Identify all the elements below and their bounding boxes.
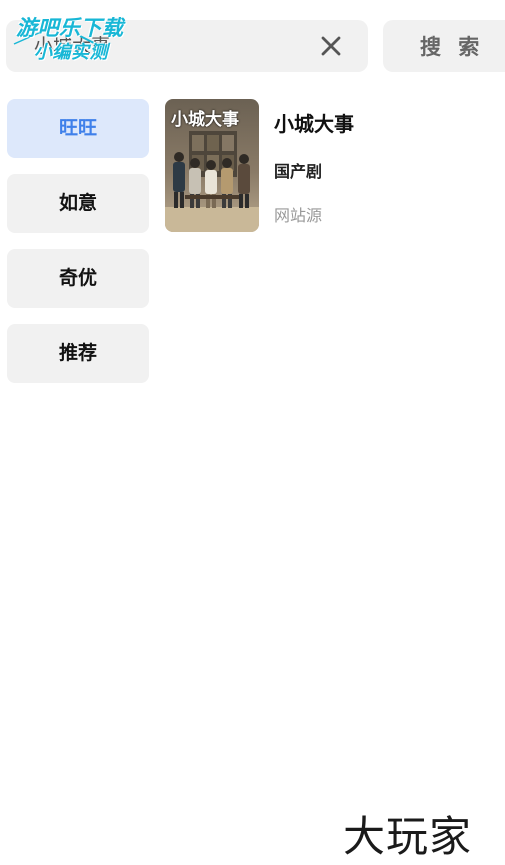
result-source: 网站源 — [274, 206, 323, 225]
close-icon[interactable] — [319, 34, 343, 58]
watermark-bottom: 大玩家 — [343, 812, 473, 861]
search-box — [6, 20, 368, 72]
poster-title-text: 小城大事 — [171, 110, 239, 130]
source-item-qiyou[interactable]: 奇优 — [7, 249, 149, 308]
poster-image[interactable]: 小城大事 — [165, 99, 259, 232]
source-item-wangwang[interactable]: 旺旺 — [7, 99, 149, 158]
source-item-ruyi[interactable]: 如意 — [7, 174, 149, 233]
result-title: 小城大事 — [274, 112, 354, 136]
source-item-tuijian[interactable]: 推荐 — [7, 324, 149, 383]
search-input[interactable] — [34, 20, 304, 72]
result-card[interactable]: 小城大事 小城大事 国产剧 网站源 — [165, 99, 495, 232]
result-category: 国产剧 — [274, 162, 323, 181]
search-button[interactable]: 搜 索 — [383, 20, 505, 72]
